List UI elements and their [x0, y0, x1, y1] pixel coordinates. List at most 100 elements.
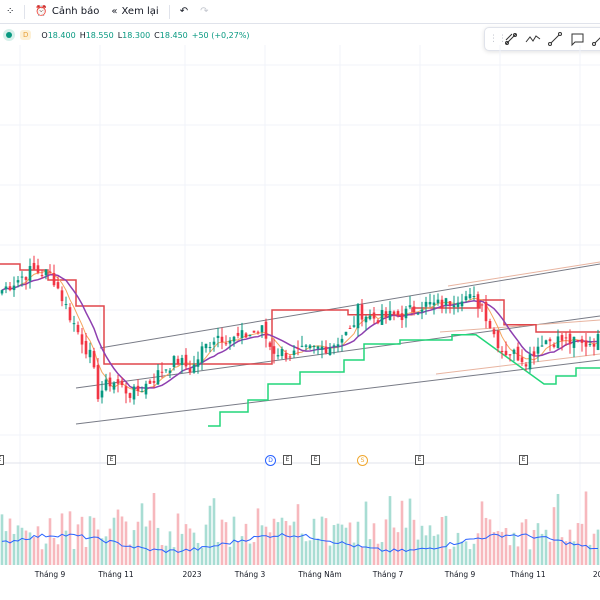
volume-bar — [348, 522, 352, 565]
volume-bar — [184, 524, 188, 565]
redo-icon[interactable]: ↷ — [194, 6, 214, 17]
candle-body — [188, 368, 192, 373]
drag-handle-icon[interactable]: ⋮⋮ — [489, 34, 507, 44]
candle-body — [88, 349, 92, 358]
volume-bar — [144, 526, 148, 565]
candle-body — [584, 340, 588, 347]
candle-body — [332, 345, 336, 347]
volume-bar — [436, 534, 440, 565]
candle-body — [196, 359, 200, 367]
candle-body — [504, 350, 508, 356]
event-marker[interactable]: D — [265, 455, 276, 466]
candle-body — [44, 269, 48, 276]
candle-body — [592, 343, 596, 347]
volume-bar — [204, 524, 208, 565]
volume-bar — [524, 519, 528, 565]
time-axis: Tháng 9 Tháng 11 2023 Tháng 3 Tháng Năm Tháng… — [0, 566, 600, 582]
candle-body — [32, 262, 36, 270]
candle-body — [4, 286, 8, 290]
candle-body — [532, 351, 536, 357]
event-marker[interactable]: E — [311, 455, 320, 465]
candle-body — [368, 315, 372, 320]
candle-body — [204, 343, 208, 349]
volume-bar — [504, 528, 508, 565]
volume-bar — [92, 517, 96, 565]
alert-button[interactable]: ⏰ Cảnh báo — [29, 6, 105, 17]
candle-body — [12, 285, 16, 291]
volume-bar — [56, 544, 60, 565]
candle-body — [568, 333, 572, 345]
candle-body — [172, 356, 176, 368]
candle-body — [180, 357, 184, 366]
candle-body — [468, 294, 472, 299]
volume-bar — [260, 525, 264, 565]
volume-bar — [344, 527, 348, 565]
candle-body — [248, 334, 252, 337]
replay-button[interactable]: «Xem lại — [105, 6, 164, 17]
candle-body — [464, 296, 468, 301]
interval-badge[interactable]: D — [20, 30, 32, 40]
candle-body — [64, 304, 68, 306]
volume-bar — [36, 526, 40, 565]
candle-body — [72, 323, 76, 325]
volume-bar — [220, 519, 224, 565]
change-value: +50 (+0,27%) — [191, 30, 250, 40]
candle-body — [564, 337, 568, 339]
candle-body — [216, 335, 220, 338]
volume-bar — [280, 517, 284, 565]
candle-body — [152, 381, 156, 383]
alarm-clock-icon: ⏰ — [35, 6, 48, 17]
candle-body — [20, 276, 24, 278]
candle-body — [284, 352, 288, 359]
volume-bar — [80, 516, 84, 565]
replay-label: Xem lại — [121, 6, 159, 17]
volume-bar — [332, 525, 336, 565]
volume-bar — [508, 545, 512, 565]
volume-bar — [200, 547, 204, 565]
candle-body — [588, 344, 592, 346]
time-axis-label: 202 — [592, 570, 600, 579]
candle-body — [300, 345, 304, 347]
candle-body — [416, 313, 420, 315]
candle-body — [320, 346, 324, 350]
event-marker[interactable]: S — [357, 455, 368, 466]
candle-body — [156, 370, 160, 385]
undo-icon[interactable]: ↶ — [174, 6, 194, 17]
volume-bar — [384, 519, 388, 565]
event-marker[interactable]: E — [519, 455, 528, 465]
volume-bar — [164, 545, 168, 565]
volume-bar — [108, 528, 112, 565]
volume-bar — [368, 539, 372, 565]
high-value: 18.550 — [85, 30, 114, 40]
volume-bar — [492, 532, 496, 565]
event-marker[interactable]: E — [415, 455, 424, 465]
volume-bar — [328, 545, 332, 565]
candle-body — [144, 383, 148, 395]
alert-label: Cảnh báo — [51, 6, 100, 17]
candle-body — [212, 341, 216, 345]
candle-body — [272, 346, 276, 354]
candle-body — [208, 346, 212, 348]
volume-bar — [168, 531, 172, 565]
candle-body — [100, 390, 104, 398]
event-marker[interactable]: E — [0, 455, 4, 465]
event-marker[interactable]: E — [283, 455, 292, 465]
candle-body — [108, 377, 112, 387]
volume-bar — [128, 544, 132, 565]
layout-icon[interactable]: ⁘ — [0, 6, 20, 17]
candle-body — [312, 346, 316, 348]
volume-bar — [12, 533, 16, 565]
price-chart[interactable] — [0, 45, 600, 566]
volume-bar — [152, 493, 156, 565]
candle-body — [84, 340, 88, 355]
channel-line — [439, 319, 600, 333]
volume-bar — [264, 526, 268, 565]
candle-body — [512, 349, 516, 354]
replay-icon: « — [111, 6, 118, 17]
volume-bar — [160, 544, 164, 565]
candle-body — [160, 371, 164, 373]
candle-body — [296, 347, 300, 349]
event-marker[interactable]: E — [107, 455, 116, 465]
volume-bar — [416, 539, 420, 565]
volume-bar — [592, 533, 596, 565]
